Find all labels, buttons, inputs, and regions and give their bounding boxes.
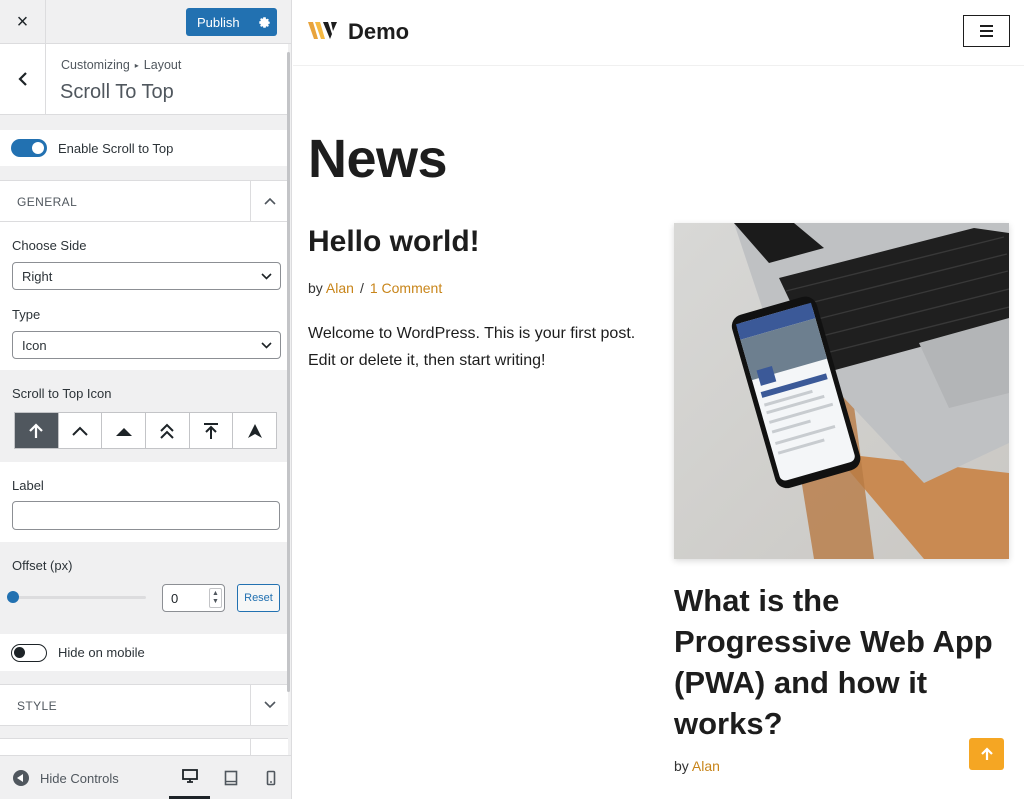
post-comments-link[interactable]: 1 Comment [370,280,442,296]
sidebar-scrollbar[interactable] [287,52,290,692]
site-logo[interactable] [308,21,339,41]
post-meta-separator: / [359,280,364,296]
post-meta-by: by [674,758,689,774]
icon-option-triangle-up[interactable] [102,413,147,448]
post-title[interactable]: Hello world! [308,225,480,259]
choose-side-select[interactable]: Right [12,262,281,290]
icon-option-arrow-up[interactable] [15,413,59,448]
breadcrumb-separator: ▸ [134,61,139,70]
desktop-icon [181,769,198,783]
close-button[interactable]: × [0,0,46,44]
label-text-input[interactable] [12,501,280,530]
gear-icon[interactable] [251,16,277,29]
tablet-preview-button[interactable] [210,756,251,799]
publish-label: Publish [197,14,240,30]
scroll-icon-label: Scroll to Top Icon [12,386,112,401]
icon-option-chevron-up[interactable] [58,413,103,448]
general-panel: Choose Side Right Type Icon [0,222,288,370]
arrow-up-icon [29,422,44,438]
hide-on-mobile-label: Hide on mobile [58,645,145,660]
hamburger-icon [980,25,993,27]
choose-side-label: Choose Side [12,238,87,253]
spinner-icon[interactable]: ▲ ▼ [209,588,222,608]
chevron-down-icon [261,342,272,349]
hide-controls-button[interactable]: Hide Controls [13,770,119,786]
page-title: News [308,129,448,189]
post-author-link[interactable]: Alan [326,280,354,296]
hide-on-mobile-toggle[interactable] [11,643,47,662]
type-select[interactable]: Icon [12,331,281,359]
label-field-label: Label [12,478,44,493]
offset-slider-track[interactable] [13,596,146,599]
post-meta: by Alan [674,758,720,774]
icon-option-arrow-to-top[interactable] [189,413,234,448]
post-meta: by Alan / 1 Comment [308,280,442,296]
post-title[interactable]: What is the Progressive Web App (PWA) an… [674,580,1014,744]
customizer-sidebar: × Publish Customizing ▸ Layout Scroll To T… [0,0,292,799]
breadcrumb-root: Customizing [61,58,130,72]
tablet-icon [224,770,237,786]
chevron-down-icon[interactable] [250,685,288,725]
triangle-up-icon [115,427,132,436]
back-button[interactable] [0,44,46,114]
chevron-up-icon [72,426,88,436]
offset-number-input[interactable]: 0 ▲ ▼ [162,584,225,612]
arrow-to-top-icon [204,422,219,439]
post-featured-image[interactable] [674,223,1009,559]
breadcrumb-parent: Layout [143,58,182,72]
close-icon: × [16,10,29,33]
breadcrumb: Customizing ▸ Layout [61,58,181,72]
scroll-icon-picker [14,412,277,449]
collapse-icon [13,770,29,786]
desktop-preview-button[interactable] [169,756,210,799]
mobile-icon [266,770,275,786]
customizer-topbar: × Publish [0,0,291,44]
chevron-left-icon [17,72,27,86]
offset-reset-button[interactable]: Reset [237,584,280,612]
hamburger-line [980,30,993,32]
general-section-title: GENERAL [17,195,78,209]
type-label: Type [12,307,41,322]
chevron-down-icon [261,273,272,280]
icon-option-arrowhead-up[interactable] [233,413,277,448]
enable-scroll-top-label: Enable Scroll to Top [58,140,174,156]
menu-toggle-button[interactable] [963,15,1010,47]
hamburger-line [980,35,993,37]
hide-controls-label: Hide Controls [40,770,119,786]
icon-option-double-chevron-up[interactable] [146,413,190,448]
publish-button[interactable]: Publish [186,8,277,36]
site-preview: Demo News Hello world! by Alan / 1 Comment… [293,0,1024,799]
offset-slider-thumb[interactable] [7,591,19,603]
arrow-up-icon [980,747,993,760]
double-chevron-up-icon [160,423,175,439]
choose-side-value: Right [22,268,53,284]
site-title[interactable]: Demo [348,19,409,45]
section-title: Scroll To Top [60,81,174,103]
site-header: Demo [293,0,1024,66]
post-excerpt: Welcome to WordPress. This is your first… [308,325,636,369]
enable-scroll-top-toggle[interactable] [11,139,47,157]
general-section-toggle[interactable]: GENERAL [0,180,288,222]
mobile-preview-button[interactable] [250,756,291,799]
style-section-title: STYLE [17,699,58,713]
offset-value: 0 [171,590,179,606]
post-author-link[interactable]: Alan [692,758,720,774]
scroll-to-top-button[interactable] [969,738,1004,770]
type-value: Icon [22,337,47,353]
arrowhead-up-icon [247,423,262,438]
hide-mobile-row: Hide on mobile [0,634,288,671]
customizer-footer: Hide Controls [0,755,291,799]
enable-scroll-top-row: Enable Scroll to Top [0,130,288,166]
style-section-toggle[interactable]: STYLE [0,684,288,726]
post-meta-by: by [308,280,323,296]
offset-label: Offset (px) [12,558,73,573]
chevron-up-icon[interactable] [250,181,288,221]
section-header: Customizing ▸ Layout Scroll To Top [0,44,288,115]
